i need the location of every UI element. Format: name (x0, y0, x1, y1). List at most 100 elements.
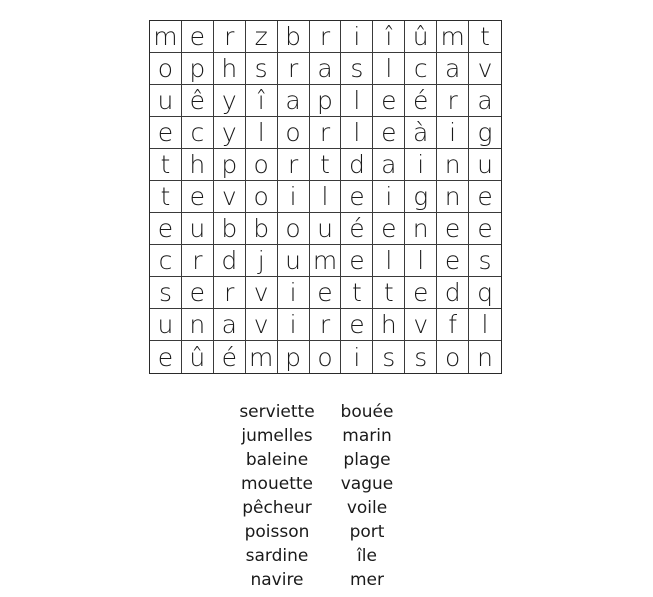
grid-cell[interactable]: e (437, 245, 470, 277)
grid-cell[interactable]: e (373, 85, 406, 117)
grid-cell[interactable]: u (469, 149, 501, 181)
grid-cell[interactable]: h (213, 53, 246, 85)
grid-cell[interactable]: a (437, 53, 470, 85)
grid-cell[interactable]: n (181, 309, 214, 341)
grid-cell[interactable]: r (309, 309, 342, 341)
grid-cell[interactable]: b (277, 21, 310, 53)
grid-cell[interactable]: o (245, 149, 278, 181)
grid-cell[interactable]: î (245, 85, 278, 117)
grid-cell[interactable]: a (309, 53, 342, 85)
grid-cell[interactable]: r (213, 277, 246, 309)
grid-cell[interactable]: u (150, 85, 182, 117)
grid-cell[interactable]: s (469, 245, 501, 277)
grid-cell[interactable]: u (309, 213, 342, 245)
grid-cell[interactable]: p (213, 149, 246, 181)
grid-cell[interactable]: u (181, 213, 214, 245)
grid-cell[interactable]: e (341, 181, 374, 213)
grid-cell[interactable]: o (245, 181, 278, 213)
grid-cell[interactable]: t (341, 277, 374, 309)
grid-cell[interactable]: l (341, 117, 374, 149)
grid-cell[interactable]: à (405, 117, 438, 149)
grid-cell[interactable]: e (150, 213, 182, 245)
grid-cell[interactable]: e (181, 277, 214, 309)
grid-cell[interactable]: t (373, 277, 406, 309)
grid-cell[interactable]: g (405, 181, 438, 213)
grid-cell[interactable]: c (405, 53, 438, 85)
grid-cell[interactable]: û (182, 341, 214, 373)
grid-cell[interactable]: d (437, 277, 470, 309)
grid-cell[interactable]: p (181, 53, 214, 85)
grid-cell[interactable]: e (181, 21, 214, 53)
grid-cell[interactable]: b (213, 213, 246, 245)
grid-cell[interactable]: s (373, 341, 406, 373)
grid-cell[interactable]: j (245, 245, 278, 277)
grid-cell[interactable]: t (150, 181, 182, 213)
grid-cell[interactable]: u (277, 245, 310, 277)
grid-cell[interactable]: p (278, 341, 310, 373)
grid-cell[interactable]: r (277, 149, 310, 181)
grid-cell[interactable]: h (373, 309, 406, 341)
grid-cell[interactable]: g (469, 117, 501, 149)
grid-cell[interactable]: h (181, 149, 214, 181)
grid-cell[interactable]: z (245, 21, 278, 53)
grid-cell[interactable]: i (341, 21, 374, 53)
grid-cell[interactable]: u (150, 309, 182, 341)
grid-cell[interactable]: s (341, 53, 374, 85)
grid-cell[interactable]: î (373, 21, 406, 53)
grid-cell[interactable]: i (277, 277, 310, 309)
grid-cell[interactable]: v (245, 277, 278, 309)
grid-cell[interactable]: m (246, 341, 278, 373)
grid-cell[interactable]: r (181, 245, 214, 277)
grid-cell[interactable]: m (309, 245, 342, 277)
grid-cell[interactable]: é (405, 85, 438, 117)
grid-cell[interactable]: i (277, 181, 310, 213)
grid-cell[interactable]: b (245, 213, 278, 245)
grid-cell[interactable]: e (373, 117, 406, 149)
grid-cell[interactable]: r (309, 21, 342, 53)
grid-cell[interactable]: n (469, 341, 501, 373)
grid-cell[interactable]: e (469, 181, 501, 213)
grid-cell[interactable]: a (277, 85, 310, 117)
grid-cell[interactable]: s (150, 277, 182, 309)
grid-cell[interactable]: r (437, 85, 470, 117)
grid-cell[interactable]: y (213, 117, 246, 149)
grid-cell[interactable]: e (405, 277, 438, 309)
grid-cell[interactable]: t (309, 149, 342, 181)
grid-cell[interactable]: i (405, 149, 438, 181)
grid-cell[interactable]: o (277, 117, 310, 149)
grid-cell[interactable]: q (469, 277, 501, 309)
grid-cell[interactable]: t (150, 149, 182, 181)
grid-cell[interactable]: o (437, 341, 470, 373)
grid-cell[interactable]: c (181, 117, 214, 149)
grid-cell[interactable]: v (405, 309, 438, 341)
grid-cell[interactable]: e (373, 213, 406, 245)
grid-cell[interactable]: e (437, 213, 470, 245)
grid-cell[interactable]: l (341, 85, 374, 117)
grid-cell[interactable]: é (214, 341, 246, 373)
grid-cell[interactable]: c (150, 245, 182, 277)
grid-cell[interactable]: n (437, 149, 470, 181)
grid-cell[interactable]: i (437, 117, 470, 149)
grid-cell[interactable]: m (150, 21, 182, 53)
grid-cell[interactable]: r (309, 117, 342, 149)
grid-cell[interactable]: e (341, 309, 374, 341)
grid-cell[interactable]: e (150, 341, 182, 373)
grid-cell[interactable]: s (405, 341, 438, 373)
grid-cell[interactable]: r (277, 53, 310, 85)
grid-cell[interactable]: t (469, 21, 501, 53)
grid-cell[interactable]: n (405, 213, 438, 245)
grid-cell[interactable]: l (245, 117, 278, 149)
grid-cell[interactable]: e (309, 277, 342, 309)
grid-cell[interactable]: v (213, 181, 246, 213)
grid-cell[interactable]: l (405, 245, 438, 277)
grid-cell[interactable]: i (277, 309, 310, 341)
grid-cell[interactable]: o (150, 53, 182, 85)
grid-cell[interactable]: ê (181, 85, 214, 117)
grid-cell[interactable]: a (469, 85, 501, 117)
grid-cell[interactable]: i (373, 181, 406, 213)
grid-cell[interactable]: n (437, 181, 470, 213)
grid-cell[interactable]: p (309, 85, 342, 117)
grid-cell[interactable]: l (373, 53, 406, 85)
grid-cell[interactable]: é (341, 213, 374, 245)
grid-cell[interactable]: e (181, 181, 214, 213)
